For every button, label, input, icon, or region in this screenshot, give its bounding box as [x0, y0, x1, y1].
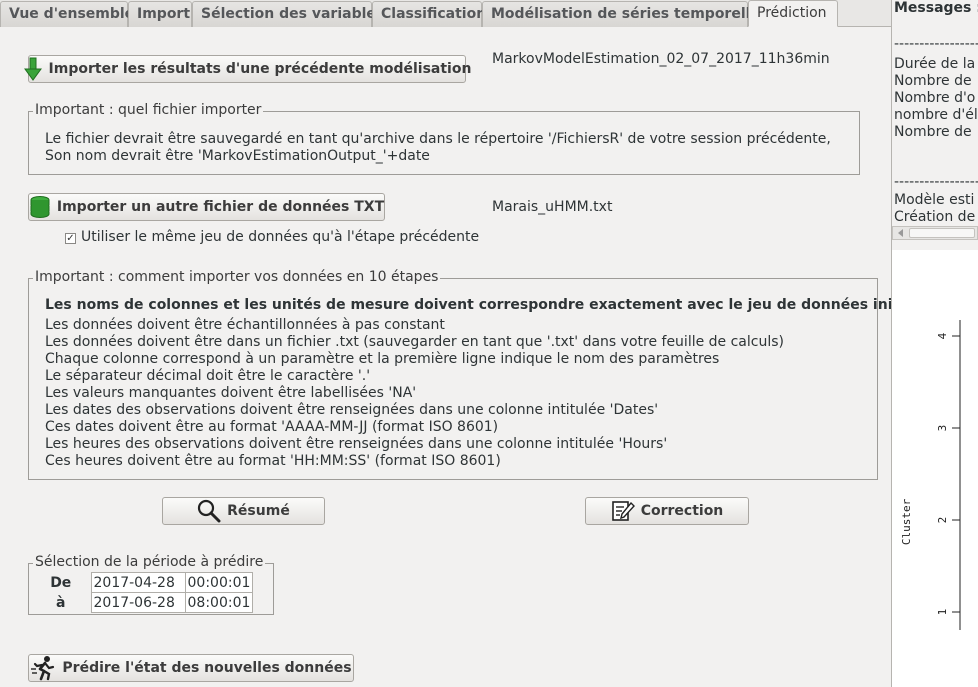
message-line: Nombre de: [894, 73, 972, 89]
instruction-line: Les données doivent être échantillonnées…: [45, 317, 445, 333]
tab-classification[interactable]: Classification: [372, 1, 486, 27]
from-date-field[interactable]: 2017-04-28: [90, 572, 186, 593]
period-table: De 2017-04-28 00:00:01 à 2017-06-28 08:0…: [31, 572, 254, 613]
messages-horizontal-scrollbar[interactable]: [892, 226, 978, 240]
instructions-heading: Les noms de colonnes et les unités de me…: [45, 297, 919, 313]
message-line: Création de: [894, 209, 976, 225]
instruction-line: Les heures des observations doivent être…: [45, 436, 668, 452]
message-line: Nombre de: [894, 124, 972, 140]
instruction-line: Les données doivent être dans un fichier…: [45, 334, 784, 350]
tab-prediction[interactable]: Prédiction: [748, 0, 838, 27]
message-line: Durée de la: [894, 56, 976, 72]
instruction-line: Ces dates doivent être au format 'AAAA-M…: [45, 419, 499, 435]
same-dataset-checkbox-label: Utiliser le même jeu de données qu'à l'é…: [81, 229, 480, 245]
from-label: De: [50, 574, 72, 591]
tab-modelisation[interactable]: Modélisation de séries temporelles: [482, 1, 768, 27]
instruction-line: Le séparateur décimal doit être le carac…: [45, 368, 371, 384]
correction-button[interactable]: Correction: [585, 497, 749, 525]
y-axis-label: Cluster: [900, 498, 913, 545]
summary-button[interactable]: Résumé: [162, 497, 325, 525]
y-tick-label: 3: [936, 425, 949, 432]
green-down-arrow-icon: [23, 57, 42, 81]
scroll-left-icon[interactable]: [895, 227, 907, 239]
messages-separator: -------------------: [894, 174, 978, 190]
which-file-group: Important : quel fichier importer Le fic…: [28, 102, 860, 175]
instruction-line: Ces heures doivent être au format 'HH:MM…: [45, 453, 501, 469]
green-database-icon: [30, 196, 50, 218]
instruction-line: Les valeurs manquantes doivent être labe…: [45, 385, 417, 401]
period-group: Sélection de la période à prédire De 201…: [28, 554, 274, 615]
to-label: à: [56, 594, 66, 611]
running-man-icon: [31, 656, 55, 681]
imported-data-filename: Marais_uHMM.txt: [492, 199, 613, 215]
tab-vue-ensemble[interactable]: Vue d'ensemble: [0, 1, 134, 27]
from-time-field[interactable]: 00:00:01: [184, 572, 254, 593]
edit-notepad-icon: [611, 501, 635, 521]
to-time-field[interactable]: 08:00:01: [184, 592, 254, 613]
which-file-group-title: Important : quel fichier importer: [33, 102, 264, 118]
same-dataset-checkbox[interactable]: ✓: [65, 233, 76, 244]
y-tick-label: 1: [936, 609, 949, 616]
import-results-button-label: Importer les résultats d'une précédente …: [48, 61, 472, 77]
to-date-field[interactable]: 2017-06-28: [90, 592, 186, 613]
instructions-group-title: Important : comment importer vos données…: [33, 269, 441, 285]
tab-import[interactable]: Import: [128, 1, 192, 27]
scrollbar-thumb[interactable]: [909, 228, 975, 238]
right-panel: Messages : ------------------- Durée de …: [892, 0, 978, 687]
which-file-line: Son nom devrait être 'MarkovEstimationOu…: [45, 148, 430, 164]
cluster-plot: 4 3 2 1 Cluster: [892, 250, 978, 687]
message-line: Nombre d'o: [894, 90, 976, 106]
instructions-group: Important : comment importer vos données…: [28, 269, 918, 480]
instruction-line: Chaque colonne correspond à un paramètre…: [45, 351, 720, 367]
predict-button[interactable]: Prédire l'état des nouvelles données: [28, 654, 354, 682]
correction-button-label: Correction: [640, 503, 724, 519]
message-line: nombre d'él: [894, 107, 978, 123]
summary-button-label: Résumé: [227, 503, 290, 519]
tab-selection-variables[interactable]: Sélection des variables: [192, 1, 384, 27]
cluster-plot-svg: 4 3 2 1 Cluster: [900, 320, 961, 630]
tab-bar: Vue d'ensemble Import Sélection des vari…: [0, 0, 892, 27]
magnifier-icon: [198, 499, 221, 523]
import-results-button[interactable]: Importer les résultats d'une précédente …: [23, 55, 471, 83]
import-txt-button-label: Importer un autre fichier de données TXT: [56, 199, 385, 215]
instruction-line: Les dates des observations doivent être …: [45, 402, 659, 418]
imported-model-filename: MarkovModelEstimation_02_07_2017_11h36mi…: [492, 51, 830, 67]
message-line: Modèle esti: [894, 192, 975, 208]
y-tick-label: 2: [936, 517, 949, 524]
predict-button-label: Prédire l'état des nouvelles données: [62, 660, 352, 676]
which-file-line: Le fichier devrait être sauvegardé en ta…: [45, 131, 831, 147]
y-tick-label: 4: [936, 332, 949, 339]
messages-separator: -------------------: [894, 36, 978, 52]
period-group-title: Sélection de la période à prédire: [33, 554, 266, 570]
prediction-panel: Importer les résultats d'une précédente …: [0, 27, 918, 687]
import-txt-button[interactable]: Importer un autre fichier de données TXT: [28, 193, 385, 221]
messages-header: Messages :: [894, 0, 978, 16]
